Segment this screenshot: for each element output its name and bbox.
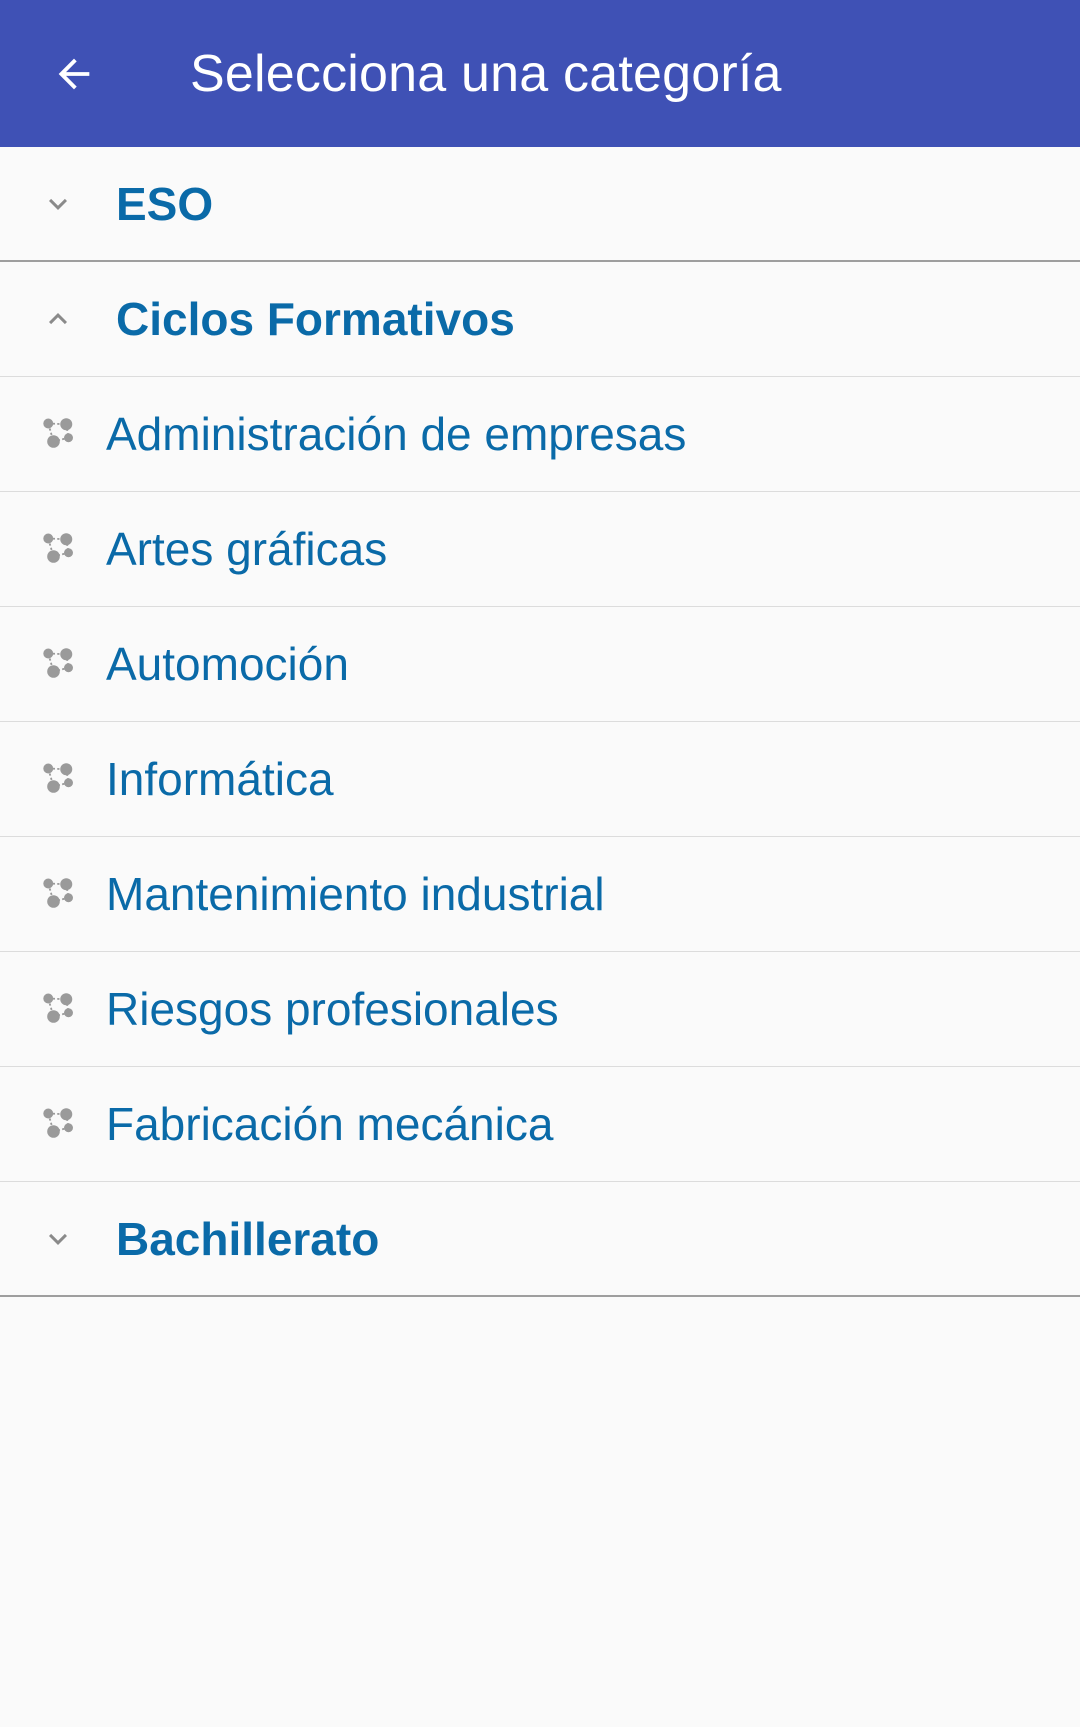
subcategory-item-automocion[interactable]: Automoción bbox=[0, 607, 1080, 722]
back-button[interactable] bbox=[37, 37, 111, 111]
subcategory-label: Automoción bbox=[106, 638, 349, 690]
subcategory-item-riesgos-profesionales[interactable]: Riesgos profesionales bbox=[0, 952, 1080, 1067]
category-node-icon bbox=[38, 874, 78, 914]
subcategory-label: Mantenimiento industrial bbox=[106, 868, 605, 920]
page-title: Selecciona una categoría bbox=[190, 44, 782, 103]
chevron-down-icon bbox=[38, 1219, 78, 1259]
subcategory-label: Artes gráficas bbox=[106, 523, 388, 575]
category-node-icon bbox=[38, 414, 78, 454]
subcategory-label: Riesgos profesionales bbox=[106, 983, 559, 1035]
subcategory-item-mantenimiento-industrial[interactable]: Mantenimiento industrial bbox=[0, 837, 1080, 952]
category-group-eso[interactable]: ESO bbox=[0, 147, 1080, 262]
chevron-down-icon bbox=[38, 184, 78, 224]
category-node-icon bbox=[38, 759, 78, 799]
category-group-ciclos-formativos[interactable]: Ciclos Formativos bbox=[0, 262, 1080, 377]
subcategory-item-artes-graficas[interactable]: Artes gráficas bbox=[0, 492, 1080, 607]
category-group-label: Ciclos Formativos bbox=[116, 293, 515, 345]
subcategory-label: Informática bbox=[106, 753, 334, 805]
category-node-icon bbox=[38, 644, 78, 684]
arrow-back-icon bbox=[58, 58, 90, 89]
app-toolbar: Selecciona una categoría bbox=[0, 0, 1080, 147]
category-node-icon bbox=[38, 1104, 78, 1144]
category-list: ESO Ciclos Formativos Administración de … bbox=[0, 147, 1080, 1297]
category-selector-screen: Selecciona una categoría ESO Ciclos Form… bbox=[0, 0, 1080, 1727]
category-group-label: ESO bbox=[116, 177, 214, 230]
subcategory-item-administracion-de-empresas[interactable]: Administración de empresas bbox=[0, 377, 1080, 492]
subcategory-label: Administración de empresas bbox=[106, 408, 687, 460]
category-node-icon bbox=[38, 529, 78, 569]
subcategory-item-informatica[interactable]: Informática bbox=[0, 722, 1080, 837]
subcategory-item-fabricacion-mecanica[interactable]: Fabricación mecánica bbox=[0, 1067, 1080, 1182]
chevron-up-icon bbox=[38, 299, 78, 339]
category-group-bachillerato[interactable]: Bachillerato bbox=[0, 1182, 1080, 1297]
category-node-icon bbox=[38, 989, 78, 1029]
category-group-label: Bachillerato bbox=[116, 1212, 380, 1265]
subcategory-label: Fabricación mecánica bbox=[106, 1098, 554, 1150]
